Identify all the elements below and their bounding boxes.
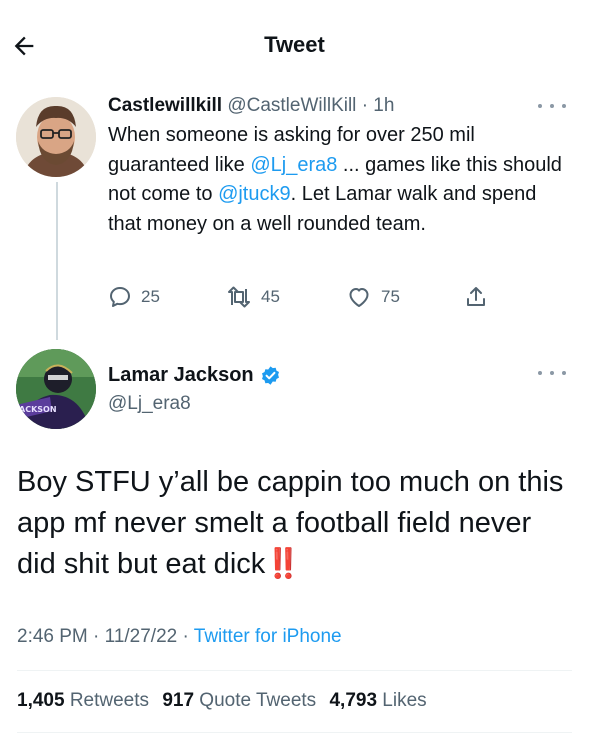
timestamp[interactable]: 1h <box>373 95 394 116</box>
tweet-meta: 2:46 PM · 11/27/22 · Twitter for iPhone <box>17 626 342 647</box>
retweet-button[interactable]: 45 <box>226 282 280 312</box>
top-bar: Tweet <box>0 0 589 90</box>
engagement-stats: 1,405 Retweets 917 Quote Tweets 4,793 Li… <box>17 690 435 712</box>
heart-icon <box>349 288 369 307</box>
retweet-count: 45 <box>261 287 280 306</box>
ellipsis-icon <box>538 371 542 375</box>
reply-count: 25 <box>141 287 160 306</box>
more-options-button[interactable] <box>538 367 566 379</box>
reply-button[interactable]: 25 <box>108 282 160 312</box>
page-title: Tweet <box>264 32 325 57</box>
reply-tweet[interactable]: Castlewillkill @CastleWillKill · 1h When… <box>108 92 568 239</box>
share-icon <box>467 287 485 306</box>
avatar-castlewillkill-image <box>16 97 96 177</box>
share-button[interactable] <box>464 282 488 312</box>
speech-bubble-icon <box>110 287 130 307</box>
divider <box>17 670 572 671</box>
display-name[interactable]: Castlewillkill <box>108 95 222 116</box>
quote-tweets-stat[interactable]: 917 Quote Tweets <box>162 690 316 711</box>
user-handle[interactable]: @CastleWillKill <box>227 95 356 116</box>
separator-dot: · <box>361 95 369 116</box>
like-button[interactable]: 75 <box>346 282 400 312</box>
tweet-source-link[interactable]: Twitter for iPhone <box>194 626 342 647</box>
avatar[interactable]: ACKSON <box>16 349 96 429</box>
retweets-stat[interactable]: 1,405 Retweets <box>17 690 149 711</box>
mention-link[interactable]: @Lj_era8 <box>250 154 337 176</box>
tweet-time[interactable]: 2:46 PM <box>17 626 88 647</box>
display-name[interactable]: Lamar Jackson <box>108 360 281 390</box>
divider <box>17 732 572 733</box>
reply-body: When someone is asking for over 250 mil … <box>108 124 562 235</box>
likes-stat[interactable]: 4,793 Likes <box>329 690 426 711</box>
retweet-icon <box>228 286 250 308</box>
reply-header: Castlewillkill @CastleWillKill · 1h <box>108 92 568 120</box>
double-exclamation-emoji: ‼️ <box>265 548 301 580</box>
avatar-lamar-jackson-image: ACKSON <box>16 349 96 429</box>
verified-badge-icon <box>260 365 281 386</box>
tweet-body: Boy STFU y’all be cappin too much on thi… <box>17 466 564 580</box>
mention-link[interactable]: @jtuck9 <box>218 183 291 205</box>
tweet-date[interactable]: 11/27/22 <box>105 626 178 647</box>
like-count: 75 <box>381 287 400 306</box>
thread-connector <box>56 182 58 340</box>
svg-text:ACKSON: ACKSON <box>19 405 57 414</box>
avatar[interactable] <box>16 97 96 177</box>
main-tweet-header: Lamar Jackson @Lj_era8 <box>108 360 281 418</box>
user-handle[interactable]: @Lj_era8 <box>108 390 281 418</box>
reply-action-bar: 25 45 75 <box>108 282 508 312</box>
